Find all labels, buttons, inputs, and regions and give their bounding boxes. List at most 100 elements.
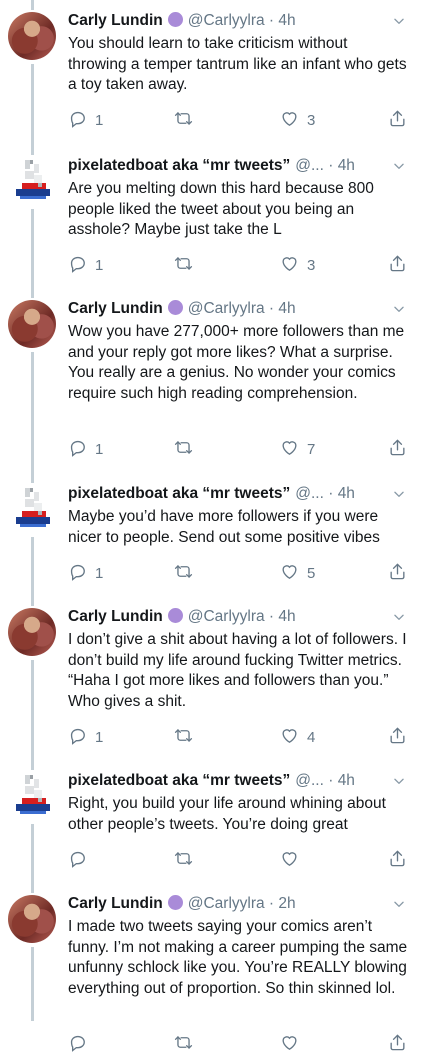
avatar[interactable] xyxy=(8,300,56,348)
like-button[interactable]: 4 xyxy=(280,725,315,749)
like-count: 4 xyxy=(307,728,316,746)
display-name[interactable]: pixelatedboat aka “mr tweets” xyxy=(68,772,290,789)
chevron-down-icon[interactable] xyxy=(392,897,406,911)
user-handle[interactable]: @Carlyylra xyxy=(188,300,265,317)
reply-icon xyxy=(68,726,87,749)
like-button[interactable]: 3 xyxy=(280,254,315,278)
user-handle[interactable]: @... xyxy=(295,485,324,502)
tweet[interactable]: pixelatedboat aka “mr tweets” @... · 4h Ma… xyxy=(0,471,422,606)
separator-dot: · xyxy=(323,772,338,789)
timestamp[interactable]: 4h xyxy=(278,300,295,317)
share-button[interactable] xyxy=(388,848,407,872)
like-button[interactable]: 3 xyxy=(280,109,315,133)
chevron-down-icon[interactable] xyxy=(392,302,406,316)
share-button[interactable] xyxy=(388,725,407,749)
reply-icon xyxy=(68,438,87,461)
tweet[interactable]: Carly Lundin @Carlyylra · 4h Wow you have … xyxy=(0,286,422,483)
display-name[interactable]: pixelatedboat aka “mr tweets” xyxy=(68,157,290,174)
thread-connector xyxy=(31,0,34,10)
avatar[interactable] xyxy=(8,608,56,656)
share-button[interactable] xyxy=(388,561,407,585)
thread-connector xyxy=(31,286,34,298)
tweet[interactable]: pixelatedboat aka “mr tweets” @... · 4h Ar… xyxy=(0,143,422,298)
like-button[interactable]: 7 xyxy=(280,438,315,462)
reply-button[interactable]: 1 xyxy=(68,438,103,462)
user-handle[interactable]: @... xyxy=(295,772,324,789)
retweet-button[interactable] xyxy=(174,109,201,133)
thread-connector xyxy=(31,143,34,155)
chevron-down-icon[interactable] xyxy=(392,610,406,624)
reply-button[interactable]: 1 xyxy=(68,725,103,749)
user-handle[interactable]: @Carlyylra xyxy=(188,12,265,29)
retweet-button[interactable] xyxy=(174,848,201,872)
tweet-text: Are you melting down this hard because 8… xyxy=(68,180,374,238)
user-handle[interactable]: @... xyxy=(295,157,324,174)
verified-badge-icon xyxy=(167,895,183,910)
like-button[interactable]: 5 xyxy=(280,561,315,585)
retweet-button[interactable] xyxy=(174,438,201,462)
share-button[interactable] xyxy=(388,109,407,133)
reply-icon xyxy=(68,254,87,277)
display-name[interactable]: Carly Lundin xyxy=(68,608,163,625)
reply-icon xyxy=(68,1033,87,1056)
display-name[interactable]: pixelatedboat aka “mr tweets” xyxy=(68,485,290,502)
chevron-down-icon[interactable] xyxy=(392,14,406,28)
thread-connector xyxy=(31,352,34,483)
avatar[interactable] xyxy=(8,895,56,943)
avatar[interactable] xyxy=(8,485,56,533)
retweet-icon xyxy=(174,849,193,872)
reply-count: 1 xyxy=(95,728,104,746)
retweet-icon xyxy=(174,254,193,277)
reply-count: 1 xyxy=(95,441,104,458)
timestamp[interactable]: 4h xyxy=(278,12,295,29)
timestamp[interactable]: 4h xyxy=(338,772,355,789)
timestamp[interactable]: 2h xyxy=(278,895,295,912)
chevron-down-icon[interactable] xyxy=(392,159,406,173)
tweet-header: Carly Lundin @Carlyylra · 4h xyxy=(68,10,380,34)
chevron-down-icon[interactable] xyxy=(392,774,406,788)
tweet[interactable]: Carly Lundin @Carlyylra · 4h You should le… xyxy=(0,0,422,155)
user-handle[interactable]: @Carlyylra xyxy=(188,895,265,912)
like-button[interactable] xyxy=(280,848,307,872)
reply-button[interactable] xyxy=(68,848,95,872)
reply-button[interactable] xyxy=(68,1033,95,1057)
avatar[interactable] xyxy=(8,772,56,820)
like-button[interactable] xyxy=(280,1033,307,1057)
share-icon xyxy=(388,109,407,132)
timestamp[interactable]: 4h xyxy=(338,157,355,174)
heart-icon xyxy=(280,254,299,277)
retweet-button[interactable] xyxy=(174,254,201,278)
thread-connector xyxy=(31,594,34,606)
thread-connector xyxy=(31,947,34,1021)
timestamp[interactable]: 4h xyxy=(278,608,295,625)
reply-count: 1 xyxy=(95,112,104,129)
share-button[interactable] xyxy=(388,438,407,462)
tweet-actions xyxy=(62,848,422,872)
retweet-button[interactable] xyxy=(174,561,201,585)
like-count: 7 xyxy=(307,441,316,458)
thread-connector xyxy=(31,471,34,483)
chevron-down-icon[interactable] xyxy=(392,487,406,501)
tweet[interactable]: Carly Lundin @Carlyylra · 2h I made two tw… xyxy=(0,881,422,1052)
user-handle[interactable]: @Carlyylra xyxy=(188,608,265,625)
display-name[interactable]: Carly Lundin xyxy=(68,300,163,317)
tweet-actions: 14 xyxy=(62,725,422,749)
tweet[interactable]: Carly Lundin @Carlyylra · 4h I don’t give … xyxy=(0,594,422,770)
retweet-button[interactable] xyxy=(174,725,201,749)
tweet[interactable]: pixelatedboat aka “mr tweets” @... · 4h Ri… xyxy=(0,758,422,893)
reply-button[interactable]: 1 xyxy=(68,109,103,133)
avatar[interactable] xyxy=(8,12,56,60)
reply-button[interactable]: 1 xyxy=(68,561,103,585)
retweet-button[interactable] xyxy=(174,1033,201,1057)
reply-icon xyxy=(68,109,87,132)
reply-button[interactable]: 1 xyxy=(68,254,103,278)
avatar[interactable] xyxy=(8,157,56,205)
share-button[interactable] xyxy=(388,1033,407,1057)
display-name[interactable]: Carly Lundin xyxy=(68,12,163,29)
share-icon xyxy=(388,726,407,749)
share-button[interactable] xyxy=(388,254,407,278)
timestamp[interactable]: 4h xyxy=(338,485,355,502)
display-name[interactable]: Carly Lundin xyxy=(68,895,163,912)
reply-icon xyxy=(68,562,87,585)
retweet-icon xyxy=(174,438,193,461)
